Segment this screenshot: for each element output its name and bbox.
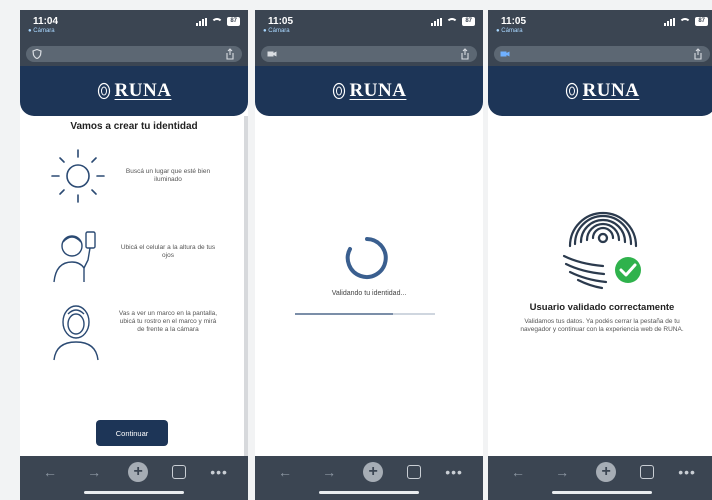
- url-field[interactable]: [494, 46, 710, 62]
- signal-icon: [664, 17, 676, 26]
- share-icon[interactable]: [225, 48, 235, 60]
- success-title: Usuario validado correctamente: [529, 302, 675, 313]
- browser-url-bar: [255, 42, 483, 66]
- phone-screen-instructions: 11:04 ● Cámara 87 RUNA Vamos a crear tu …: [20, 10, 248, 500]
- status-time: 11:04: [33, 16, 59, 27]
- signal-icon: [196, 17, 208, 26]
- brand-header: RUNA: [255, 66, 483, 116]
- new-tab-plus-icon[interactable]: +: [363, 462, 384, 482]
- camera-indicator: ● Cámara: [28, 28, 55, 34]
- success-content: Usuario validado correctamente Validamos…: [488, 116, 712, 456]
- home-indicator: [552, 491, 652, 494]
- continue-button[interactable]: Continuar: [96, 420, 168, 446]
- phone-screen-success: 11:05 ● Cámara 87 RUNA Usuario validado …: [488, 10, 712, 500]
- browser-url-bar: [488, 42, 712, 66]
- camera-indicator: ● Cámara: [263, 28, 290, 34]
- progress-bar: [295, 313, 435, 315]
- status-icons: 87: [196, 17, 240, 26]
- status-bar: 11:05 ● Cámara 87: [255, 10, 483, 42]
- url-field[interactable]: [261, 46, 477, 62]
- camera-icon[interactable]: [500, 49, 510, 59]
- scroll-edge: [244, 116, 248, 456]
- status-bar: 11:04 ● Cámara 87: [20, 10, 248, 42]
- more-icon[interactable]: •••: [445, 464, 463, 480]
- runa-seal-icon: [565, 82, 578, 100]
- brand-header: RUNA: [488, 66, 712, 116]
- battery-icon: 87: [695, 17, 708, 26]
- progress-bar-fill: [295, 313, 393, 315]
- status-icons: 87: [664, 17, 708, 26]
- back-arrow-icon[interactable]: ←: [508, 462, 528, 482]
- tip-text: Vas a ver un marco en la pantalla, ubicá…: [118, 310, 218, 333]
- success-message: Validamos tus datos. Ya podés cerrar la …: [520, 318, 684, 333]
- shield-icon[interactable]: [32, 49, 42, 59]
- new-tab-plus-icon[interactable]: +: [128, 462, 149, 482]
- page-title: Vamos a crear tu identidad: [70, 121, 198, 132]
- home-indicator: [319, 491, 419, 494]
- tip-text: Buscá un lugar que esté bien iluminado: [125, 168, 211, 183]
- sun-icon: [51, 149, 105, 203]
- url-field[interactable]: [26, 46, 242, 62]
- phone-screen-validating: 11:05 ● Cámara 87 RUNA Validando tu iden…: [255, 10, 483, 500]
- status-bar: 11:05 ● Cámara 87: [488, 10, 712, 42]
- brand-logo-text: RUNA: [114, 80, 172, 101]
- forward-arrow-icon[interactable]: →: [84, 462, 104, 482]
- wifi-icon: [679, 17, 692, 26]
- face-frame-icon: [53, 305, 99, 361]
- battery-icon: 87: [227, 17, 240, 26]
- camera-indicator: ● Cámara: [496, 28, 523, 34]
- fingerprint-check-icon: [562, 211, 641, 290]
- share-icon[interactable]: [693, 48, 703, 60]
- more-icon[interactable]: •••: [210, 464, 228, 480]
- more-icon[interactable]: •••: [678, 464, 696, 480]
- tabs-icon[interactable]: [407, 465, 422, 479]
- browser-url-bar: [20, 42, 248, 66]
- battery-icon: 87: [462, 17, 475, 26]
- tip-face-frame: Vas a ver un marco en la pantalla, ubicá…: [20, 300, 248, 366]
- wifi-icon: [446, 17, 459, 26]
- camera-icon[interactable]: [267, 49, 277, 59]
- tabs-icon[interactable]: [640, 465, 655, 479]
- forward-arrow-icon[interactable]: →: [319, 462, 339, 482]
- validating-status-text: Validando tu identidad...: [331, 290, 407, 297]
- status-icons: 87: [431, 17, 475, 26]
- validating-content: Validando tu identidad...: [255, 116, 483, 456]
- browser-toolbar: ← → + •••: [488, 456, 712, 500]
- browser-toolbar: ← → + •••: [20, 456, 248, 500]
- status-time: 11:05: [501, 16, 527, 27]
- loading-spinner-icon: [345, 237, 388, 279]
- tabs-icon[interactable]: [172, 465, 187, 479]
- back-arrow-icon[interactable]: ←: [275, 462, 295, 482]
- tip-text: Ubicá el celular a la altura de tus ojos: [120, 244, 216, 259]
- wifi-icon: [211, 17, 224, 26]
- signal-icon: [431, 17, 443, 26]
- runa-seal-icon: [97, 82, 110, 100]
- brand-header: RUNA: [20, 66, 248, 116]
- forward-arrow-icon[interactable]: →: [552, 462, 572, 482]
- browser-toolbar: ← → + •••: [255, 456, 483, 500]
- runa-seal-icon: [332, 82, 345, 100]
- share-icon[interactable]: [460, 48, 470, 60]
- brand-logo-text: RUNA: [582, 80, 640, 101]
- tip-phone-height: Ubicá el celular a la altura de tus ojos: [20, 224, 248, 290]
- status-time: 11:05: [268, 16, 294, 27]
- instructions-content: Vamos a crear tu identidad Buscá un luga…: [20, 116, 248, 456]
- tip-lighting: Buscá un lugar que esté bien iluminado: [20, 144, 248, 210]
- back-arrow-icon[interactable]: ←: [40, 462, 60, 482]
- new-tab-plus-icon[interactable]: +: [596, 462, 617, 482]
- home-indicator: [84, 491, 184, 494]
- person-phone-icon: [53, 231, 96, 283]
- brand-logo-text: RUNA: [349, 80, 407, 101]
